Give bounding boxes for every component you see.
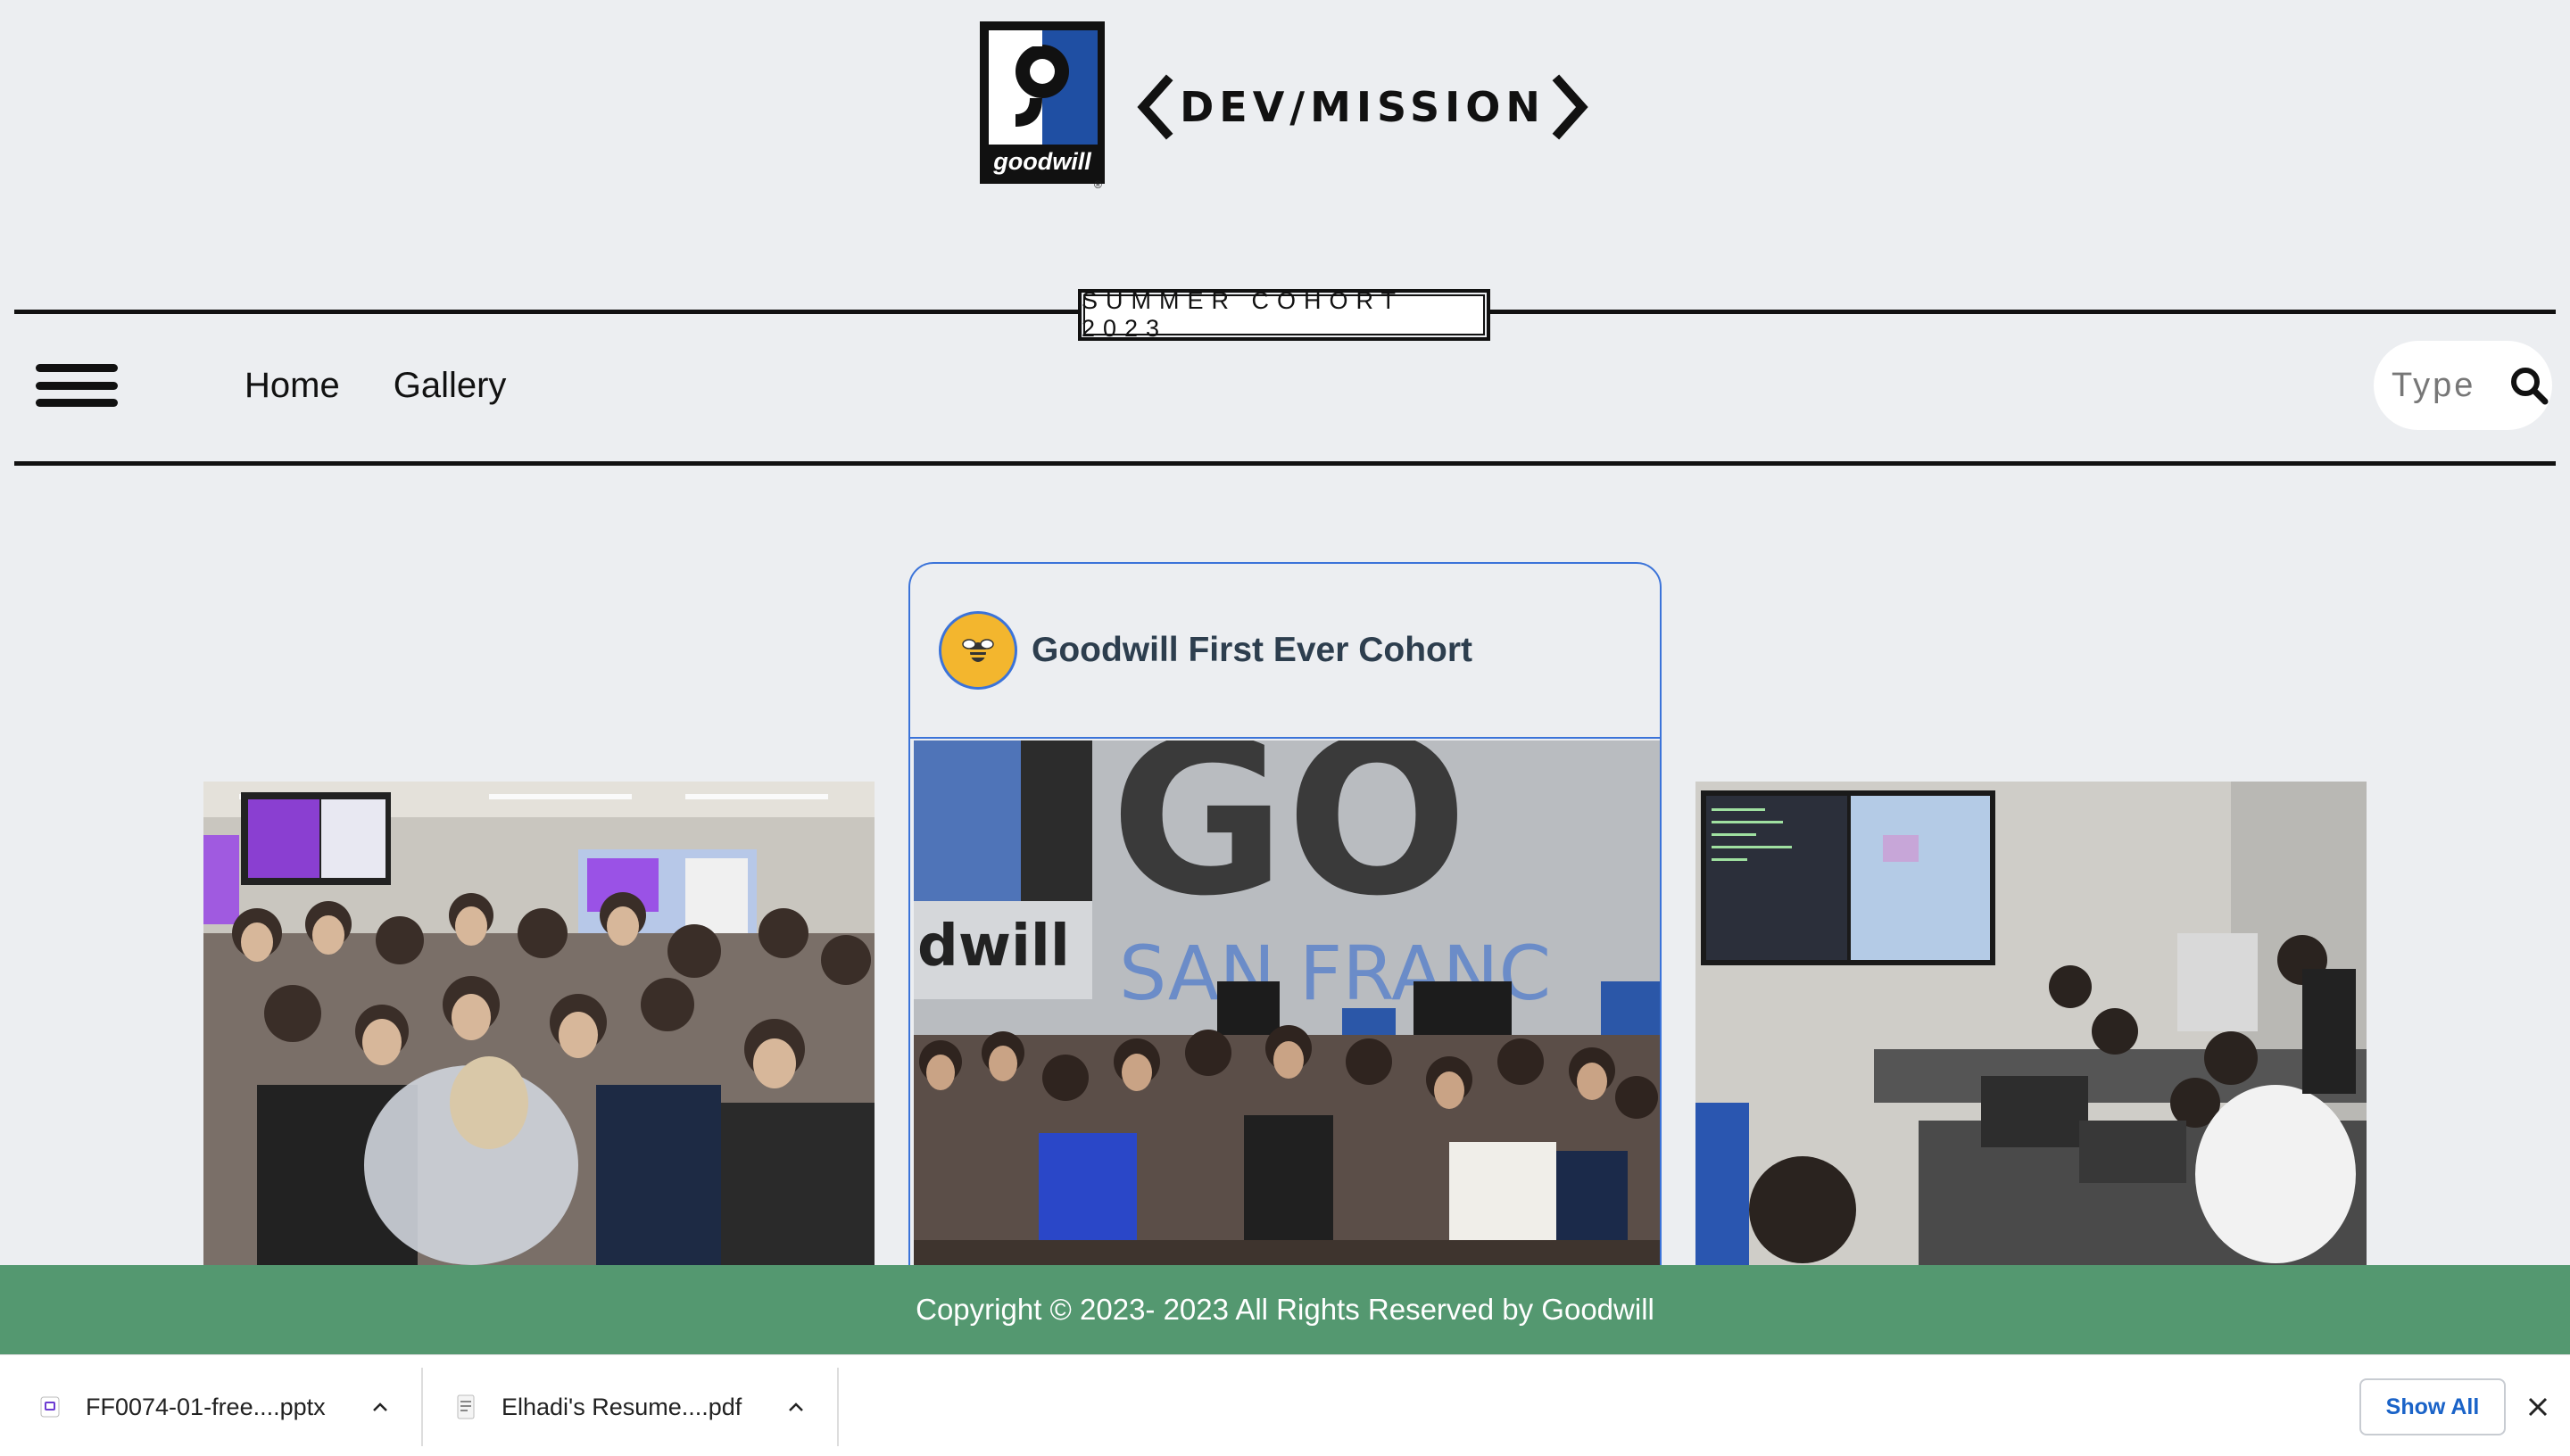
download-item-pptx[interactable]: FF0074-01-free....pptx: [0, 1368, 423, 1446]
download-item-pdf[interactable]: Elhadi's Resume....pdf: [423, 1368, 839, 1446]
pptx-file-icon: [40, 1396, 60, 1418]
gallery-photo-right[interactable]: [1695, 782, 2367, 1265]
download-filename: Elhadi's Resume....pdf: [502, 1393, 742, 1420]
goodwill-logo: goodwill ®: [980, 21, 1105, 191]
bee-icon: [939, 611, 1017, 690]
wall-text-go: GO: [1110, 740, 1468, 943]
footer: Copyright © 2023- 2023 All Rights Reserv…: [0, 1265, 2570, 1354]
gallery-photo-left[interactable]: [203, 782, 875, 1265]
chevron-up-icon[interactable]: [785, 1396, 807, 1418]
right-angle-icon: [1552, 74, 1588, 140]
download-filename: FF0074-01-free....pptx: [86, 1393, 326, 1420]
dev-mission-logo: DEV/MISSION: [1135, 70, 1590, 145]
search-input[interactable]: [2392, 366, 2499, 405]
hamburger-menu-icon[interactable]: [36, 364, 118, 407]
cohort-badge: SUMMER COHORT 2023: [1078, 287, 1490, 342]
chevron-up-icon[interactable]: [369, 1396, 391, 1418]
download-bar: FF0074-01-free....pptx Elhadi's Resume..…: [0, 1354, 2570, 1456]
search-icon[interactable]: [2509, 366, 2549, 405]
pdf-file-icon: [457, 1394, 475, 1419]
featured-photo: dwill GO SAN FRANC: [914, 740, 1660, 1292]
show-all-button[interactable]: Show All: [2359, 1378, 2506, 1435]
nav-link-home[interactable]: Home: [245, 366, 340, 406]
search-box: [2374, 341, 2552, 430]
nav-bottom-divider: [14, 461, 2556, 466]
wall-text-dwill: dwill: [917, 914, 1070, 980]
main-nav: Home Gallery: [245, 366, 506, 406]
featured-card[interactable]: Goodwill First Ever Cohort dwill GO SAN …: [908, 562, 1662, 1294]
card-title: Goodwill First Ever Cohort: [1032, 631, 1473, 669]
close-icon[interactable]: [2525, 1394, 2550, 1419]
copyright-text: Copyright © 2023- 2023 All Rights Reserv…: [916, 1293, 1654, 1326]
nav-link-gallery[interactable]: Gallery: [394, 366, 507, 406]
registered-mark: ®: [1094, 178, 1102, 191]
card-header: Goodwill First Ever Cohort: [910, 564, 1660, 739]
goodwill-wordmark: goodwill: [993, 148, 1091, 175]
dev-mission-wordmark: DEV/MISSION: [1180, 83, 1546, 131]
left-angle-icon: [1137, 74, 1173, 140]
